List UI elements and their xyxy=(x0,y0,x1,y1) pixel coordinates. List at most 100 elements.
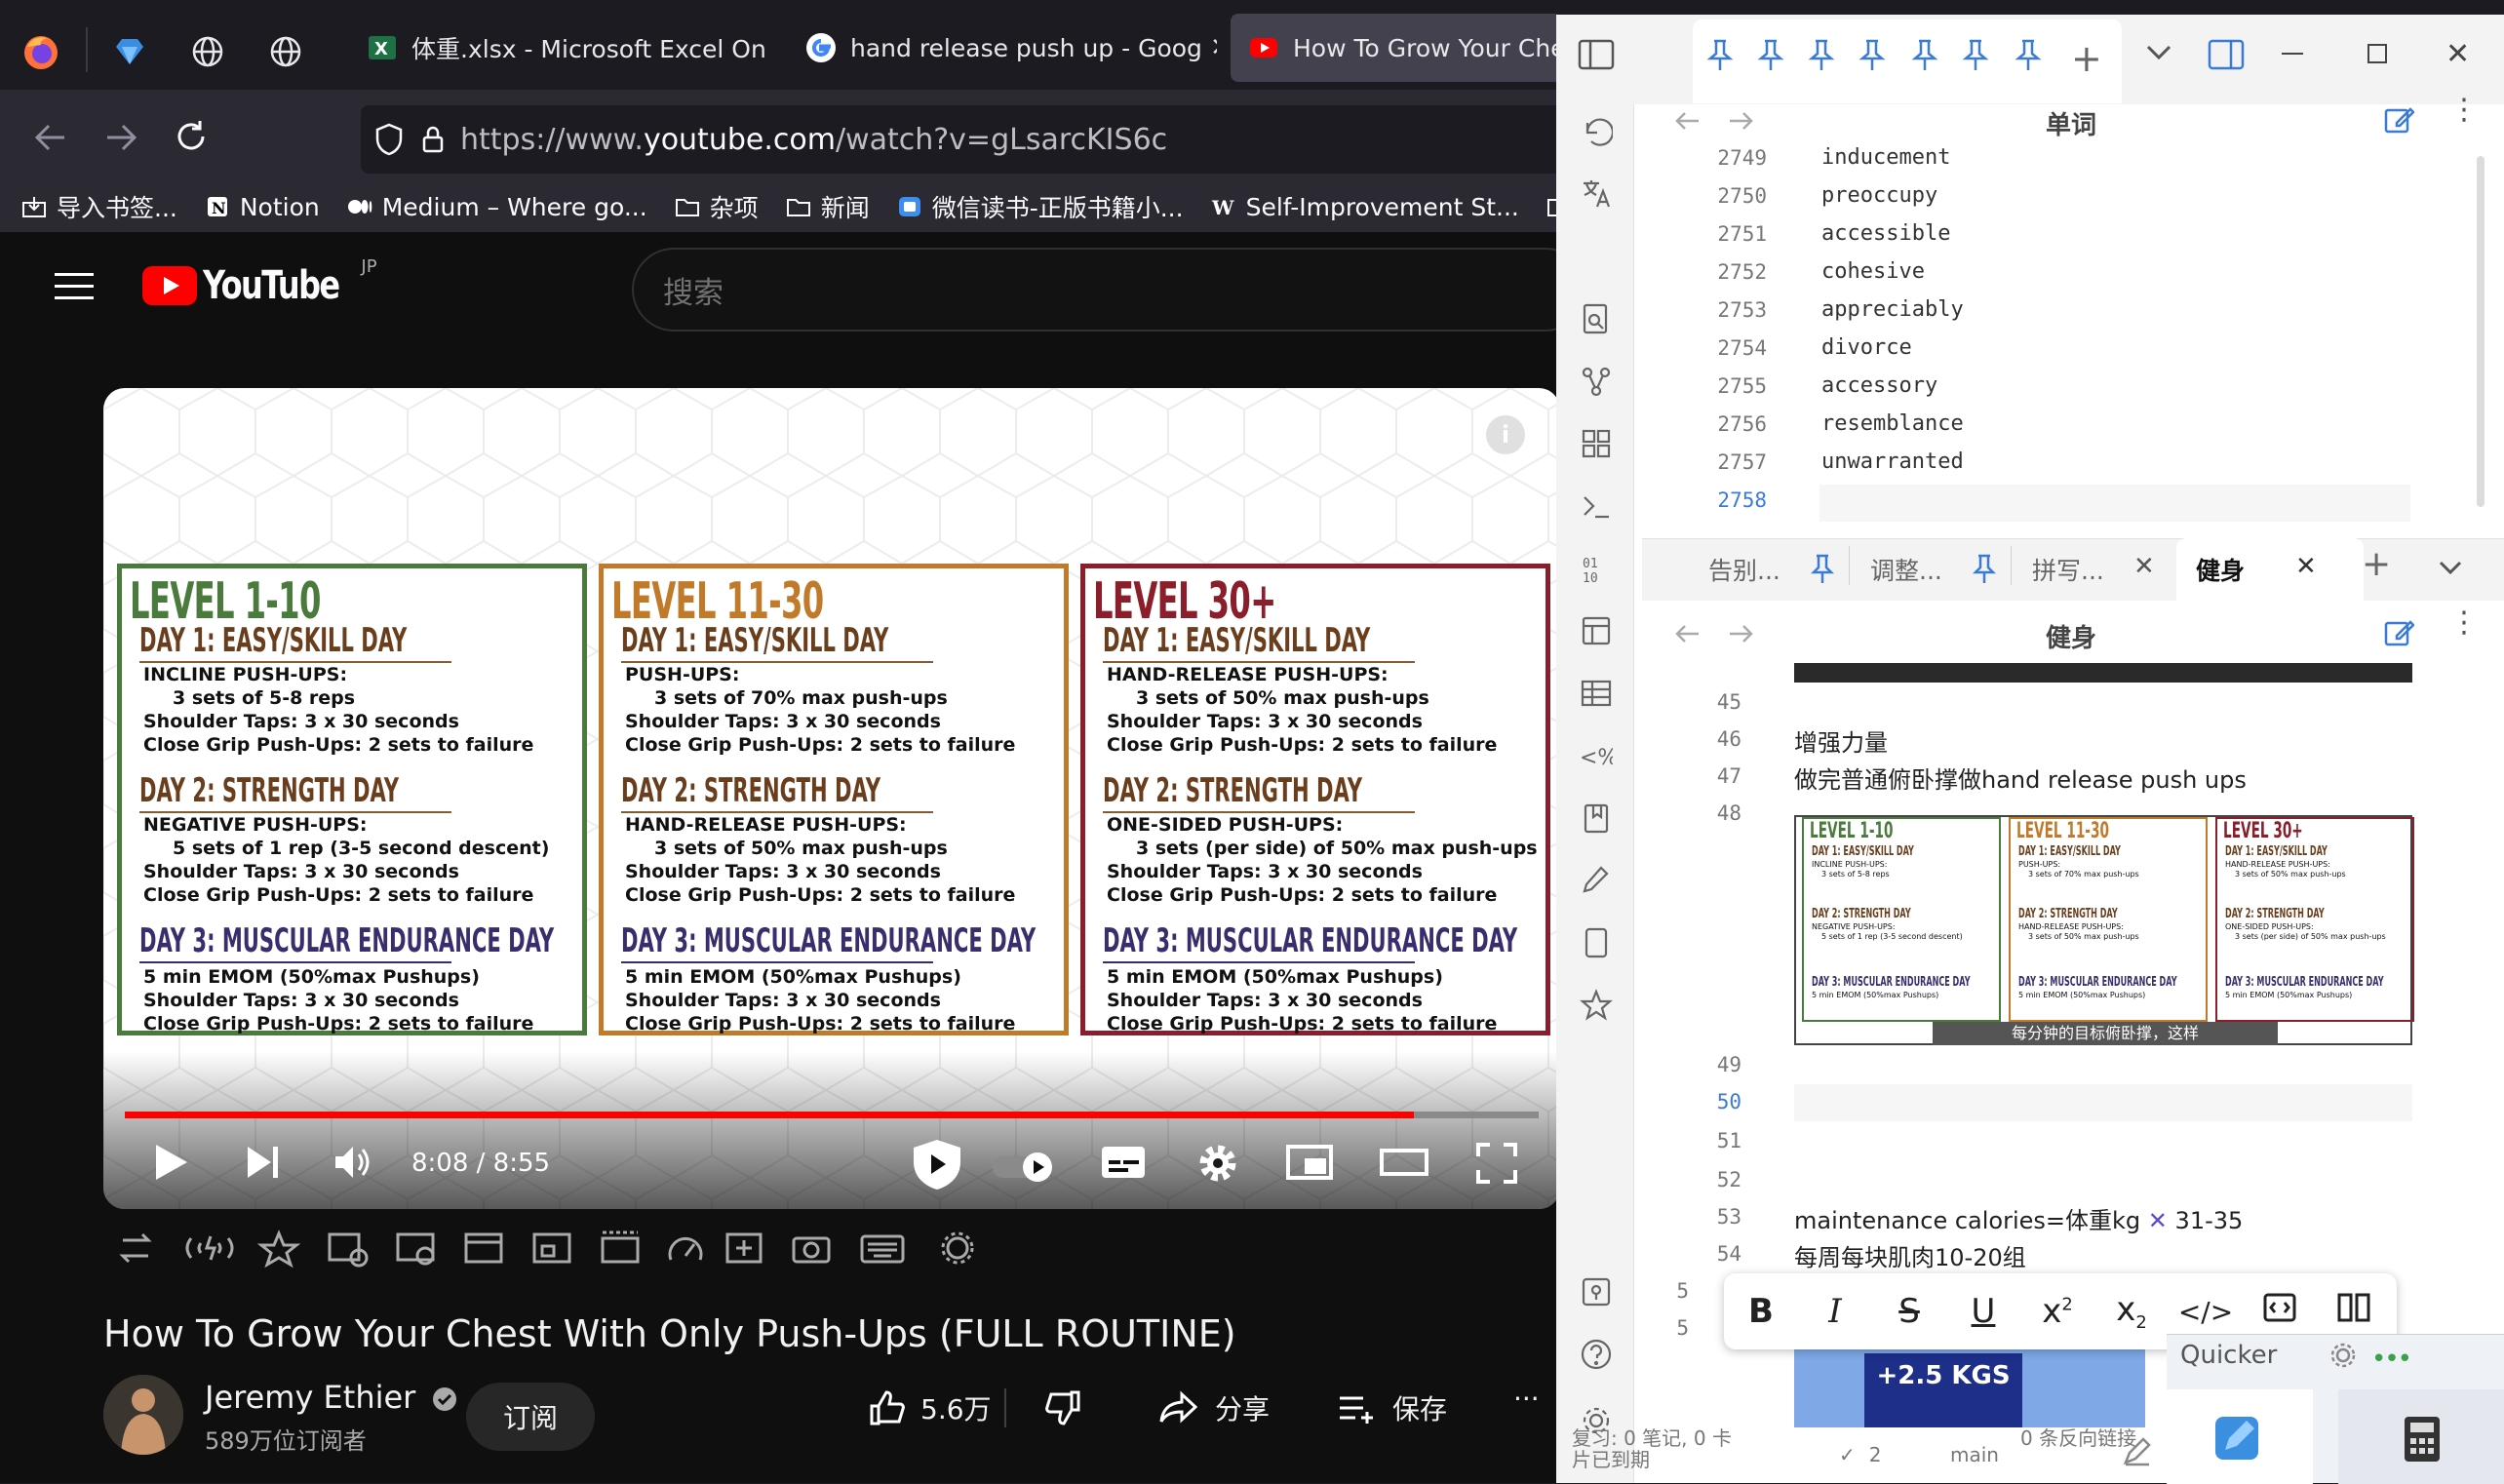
subtitles-icon[interactable] xyxy=(1100,1141,1147,1184)
next-icon[interactable] xyxy=(244,1141,283,1184)
miniplayer-icon[interactable] xyxy=(1285,1141,1334,1184)
bold-icon[interactable]: B xyxy=(1724,1292,1798,1331)
more-vertical-icon[interactable]: ⋮ xyxy=(2449,96,2479,125)
code-icon[interactable]: </> xyxy=(2169,1296,2243,1328)
more-actions-button[interactable]: ··· xyxy=(1513,1383,1540,1415)
pinned-tab-pin-icon[interactable] xyxy=(1706,39,1734,72)
bookmark-import[interactable]: 导入书签... xyxy=(21,189,177,224)
sidebar-toggle-icon[interactable] xyxy=(1578,39,1615,70)
globe-icon[interactable] xyxy=(191,35,224,68)
pinned-tab-pin-icon[interactable] xyxy=(1962,39,1989,72)
maximize-icon[interactable] xyxy=(2367,44,2387,63)
globe-icon[interactable] xyxy=(269,35,302,68)
star-settings-icon[interactable] xyxy=(1580,989,1613,1022)
embedded-screenshot[interactable]: LEVEL 1-10 DAY 1: EASY/SKILL DAY INCLINE… xyxy=(1794,815,2414,1045)
firefox-icon[interactable] xyxy=(21,33,60,72)
pin-icon[interactable] xyxy=(1972,554,1997,585)
pen-icon[interactable] xyxy=(1580,864,1613,897)
minimize-icon[interactable] xyxy=(2282,53,2303,55)
calculator-icon[interactable] xyxy=(2403,1415,2442,1464)
bookmark-card-icon[interactable] xyxy=(1580,801,1613,835)
chevron-down-icon[interactable] xyxy=(2145,43,2172,62)
more-vertical-icon[interactable]: ⋮ xyxy=(2449,608,2479,638)
edit-pencil-icon[interactable] xyxy=(2383,618,2414,649)
diamond-app-icon[interactable] xyxy=(113,35,146,68)
pinned-tab-pin-icon[interactable] xyxy=(2015,39,2042,72)
right-panel-icon[interactable] xyxy=(2208,39,2245,70)
back-arrow-icon[interactable] xyxy=(1673,109,1702,133)
share-button[interactable]: 分享 xyxy=(1158,1388,1270,1427)
dislike-button[interactable] xyxy=(1043,1388,1082,1427)
split-view-icon[interactable] xyxy=(2317,1292,2391,1331)
tab-excel[interactable]: X 体重.xlsx - Microsoft Excel On ✕ xyxy=(349,14,766,82)
back-arrow-icon[interactable] xyxy=(33,121,68,154)
pinned-tab-pin-icon[interactable] xyxy=(1858,39,1886,72)
layout-icon[interactable] xyxy=(1580,614,1613,647)
superscript-icon[interactable]: x2 xyxy=(2020,1292,2094,1331)
italic-icon[interactable]: I xyxy=(1798,1292,1872,1331)
theater-mode-icon[interactable] xyxy=(1379,1141,1429,1184)
edit-app-icon[interactable] xyxy=(2213,1415,2260,1462)
undo-icon[interactable] xyxy=(1580,115,1613,148)
pinned-tab-pin-icon[interactable] xyxy=(1911,39,1938,72)
bookmark-weread[interactable]: 微信读书-正版书籍小... xyxy=(897,189,1184,224)
new-tab-plus-icon[interactable]: + xyxy=(2362,544,2391,584)
bookmark-folder-misc[interactable]: 杂项 xyxy=(675,189,759,224)
search-doc-icon[interactable] xyxy=(1580,302,1613,335)
like-button[interactable]: 5.6万 xyxy=(868,1388,992,1427)
search-input[interactable]: 搜索 xyxy=(632,248,1587,332)
info-icon[interactable]: i xyxy=(1486,415,1525,454)
back-arrow-icon[interactable] xyxy=(1673,622,1702,645)
tablet-icon[interactable] xyxy=(1580,926,1613,959)
table-icon[interactable] xyxy=(1580,677,1613,710)
underline-icon[interactable]: U xyxy=(1946,1292,2020,1331)
channel-avatar[interactable] xyxy=(103,1375,183,1455)
translate-icon[interactable] xyxy=(1580,177,1613,211)
settings-gear-icon[interactable] xyxy=(1195,1141,1240,1186)
strikethrough-icon[interactable]: S xyxy=(1872,1292,1946,1331)
volume-icon[interactable] xyxy=(332,1141,374,1184)
subscribe-button[interactable]: 订阅 xyxy=(466,1383,595,1451)
backlinks-count[interactable]: 0 条反向链接 xyxy=(2020,1427,2137,1449)
git-branch[interactable]: main xyxy=(1950,1443,1999,1466)
close-icon[interactable]: ✕ xyxy=(1210,33,1217,62)
subscript-icon[interactable]: x2 xyxy=(2094,1290,2169,1333)
new-tab-plus-icon[interactable]: + xyxy=(2071,37,2102,80)
pin-icon[interactable] xyxy=(1810,554,1835,585)
pinned-tab-pin-icon[interactable] xyxy=(1808,39,1835,72)
autoplay-toggle[interactable] xyxy=(991,1151,1059,1184)
terminal-icon[interactable] xyxy=(1580,489,1613,523)
tab-spelling[interactable]: 拼写... xyxy=(2032,552,2104,587)
tab-farewell[interactable]: 告别... xyxy=(1708,552,1780,587)
chevron-down-icon[interactable] xyxy=(2438,560,2463,577)
play-icon[interactable] xyxy=(152,1141,191,1184)
code-block-icon[interactable] xyxy=(2243,1292,2317,1331)
lock-icon[interactable] xyxy=(421,125,445,154)
close-icon[interactable]: ✕ xyxy=(2133,552,2155,581)
pencil-icon[interactable] xyxy=(2122,1437,2151,1466)
channel-name[interactable]: Jeremy Ethier xyxy=(205,1379,457,1416)
scrollbar[interactable] xyxy=(2477,156,2484,507)
binary-icon[interactable]: 01 10 xyxy=(1580,552,1613,585)
tab-google[interactable]: hand release push up - Goog ✕ xyxy=(788,14,1217,82)
fullscreen-icon[interactable] xyxy=(1474,1141,1519,1186)
embedded-image-bottom[interactable]: +2.5 KGS xyxy=(1794,1349,2145,1427)
bookmark-folder-news[interactable]: 新闻 xyxy=(786,189,870,224)
edit-pencil-icon[interactable] xyxy=(2383,105,2414,137)
map-pin-icon[interactable] xyxy=(1580,1275,1613,1308)
forward-arrow-icon[interactable] xyxy=(103,121,138,154)
video-player[interactable]: i LEVEL 1-10 DAY 1: EASY/SKILL DAY INCLI… xyxy=(103,388,1560,1209)
bookmark-self-improvement[interactable]: W Self-Improvement St... xyxy=(1211,193,1519,221)
url-bar[interactable]: https://www.youtube.com/watch?v=gLsarcKI… xyxy=(361,105,1589,174)
sponsor-shield-icon[interactable] xyxy=(909,1137,965,1191)
bookmark-medium[interactable]: Medium – Where go... xyxy=(347,193,647,221)
close-icon[interactable]: ✕ xyxy=(2295,552,2317,581)
sync-status[interactable]: ✓ 2 xyxy=(1839,1443,1882,1466)
pinned-tab-pin-icon[interactable] xyxy=(1757,39,1784,72)
close-window-icon[interactable]: ✕ xyxy=(2445,37,2470,71)
forward-arrow-icon[interactable] xyxy=(1726,109,1755,133)
regex-percent-icon[interactable]: <% xyxy=(1580,739,1613,772)
gear-icon[interactable] xyxy=(2328,1341,2358,1370)
reload-icon[interactable] xyxy=(174,119,209,154)
youtube-logo[interactable]: YouTube JP xyxy=(142,256,377,308)
